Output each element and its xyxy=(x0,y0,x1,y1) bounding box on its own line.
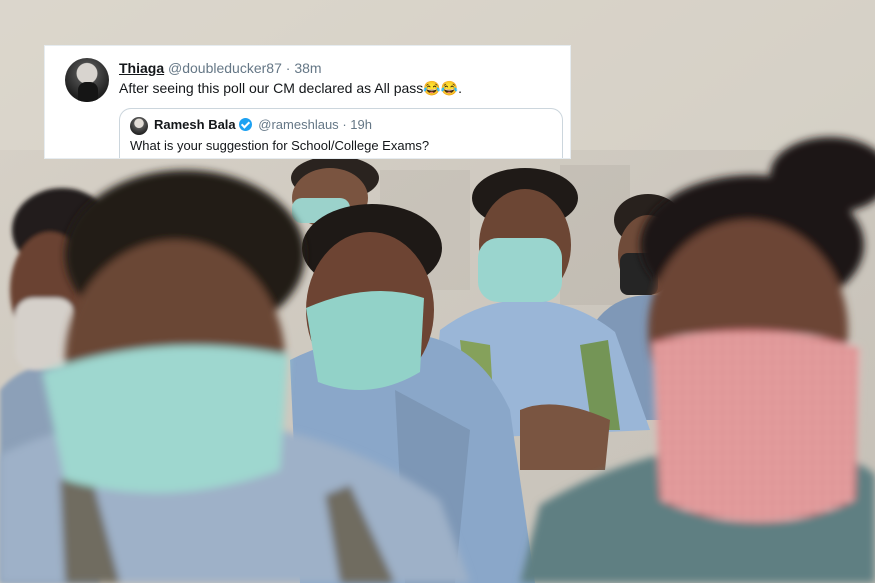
tweet-header: Thiaga @doubleducker87 · 38m xyxy=(119,60,322,76)
quoted-author-handle: @rameshlaus xyxy=(258,117,339,132)
tweet-timestamp: 38m xyxy=(294,60,322,76)
quoted-tweet[interactable]: Ramesh Bala @rameshlaus · 19h What is yo… xyxy=(119,108,563,158)
quoted-author-name: Ramesh Bala xyxy=(154,117,236,132)
tweet-screenshot: Thiaga @doubleducker87 · 38m After seein… xyxy=(44,45,571,159)
user-avatar xyxy=(65,58,109,102)
tweet-text: After seeing this poll our CM declared a… xyxy=(119,80,463,96)
tweet-author-name[interactable]: Thiaga xyxy=(119,60,164,76)
quoted-tweet-header: Ramesh Bala @rameshlaus · 19h xyxy=(154,117,372,132)
quoted-tweet-text: What is your suggestion for School/Colle… xyxy=(130,138,430,153)
tweet-author-handle: @doubleducker87 xyxy=(168,60,282,76)
quoted-tweet-separator: · xyxy=(342,117,347,132)
quoted-user-avatar xyxy=(130,117,148,135)
quoted-tweet-timestamp: 19h xyxy=(350,117,372,132)
news-photo: Thiaga @doubleducker87 · 38m After seein… xyxy=(0,0,875,583)
verified-badge-icon xyxy=(238,118,252,131)
tweet-separator: · xyxy=(285,60,291,76)
